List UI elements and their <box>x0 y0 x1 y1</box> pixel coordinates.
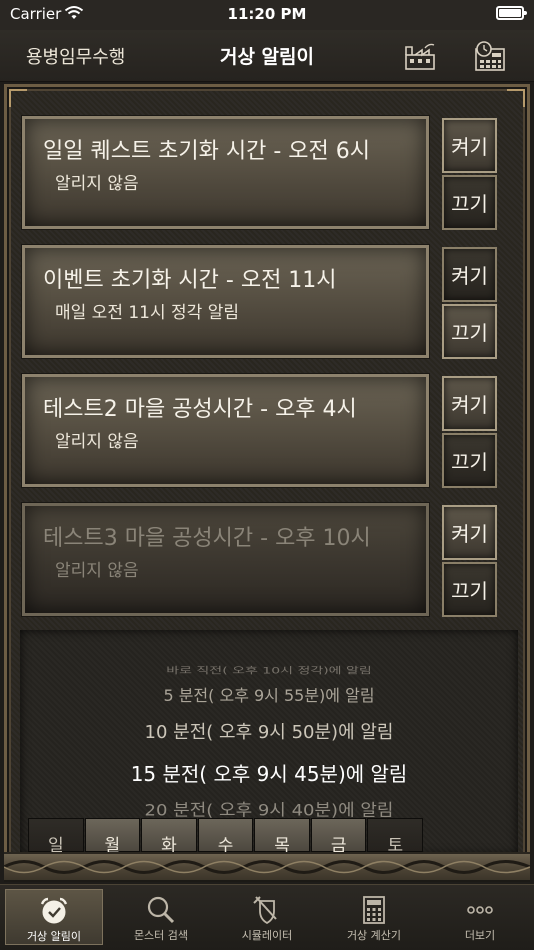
alarm-card-event-reset[interactable]: 이벤트 초기화 시간 - 오전 11시 매일 오전 11시 정각 알림 <box>22 245 429 358</box>
alarm-clock-icon <box>40 897 68 924</box>
tab-label: 거상 계산기 <box>346 929 402 942</box>
tab-more[interactable]: 더보기 <box>431 889 529 945</box>
battery-icon <box>496 6 527 20</box>
page-title: 거상 알림이 <box>219 46 314 68</box>
tab-label: 거상 알림이 <box>26 930 82 943</box>
alarm-title: 테스트3 마을 공성시간 - 오후 10시 <box>43 526 371 551</box>
alarm-off-button[interactable]: 끄기 <box>442 175 497 230</box>
alarm-title: 이벤트 초기화 시간 - 오전 11시 <box>43 268 337 293</box>
tab-label: 더보기 <box>464 929 496 942</box>
alarm-off-button[interactable]: 끄기 <box>442 562 497 617</box>
alarm-subtitle: 알리지 않음 <box>55 432 139 452</box>
tab-label: 몬스터 검색 <box>133 929 189 942</box>
calculator-icon <box>363 896 385 924</box>
tab-simulator[interactable]: 시뮬레이터 <box>218 889 316 945</box>
weekday-selector: 일 월 화 수 목 금 토 <box>28 818 424 856</box>
alarm-on-button[interactable]: 켜기 <box>442 247 497 302</box>
alarm-subtitle: 매일 오전 11시 정각 알림 <box>55 303 240 323</box>
time-calculator-button[interactable] <box>470 37 510 75</box>
day-tab-fri[interactable]: 금 <box>310 818 367 856</box>
day-tab-mon[interactable]: 월 <box>84 818 141 856</box>
day-tab-sat[interactable]: 토 <box>367 818 424 856</box>
tab-alarm[interactable]: 거상 알림이 <box>5 889 103 945</box>
alarm-card-test2-siege[interactable]: 테스트2 마을 공성시간 - 오후 4시 알리지 않음 <box>22 374 429 487</box>
alarm-subtitle: 알리지 않음 <box>55 174 139 194</box>
alarm-subtitle: 알리지 않음 <box>55 561 139 581</box>
day-tab-sun[interactable]: 일 <box>28 818 84 856</box>
alarm-card-test3-siege[interactable]: 테스트3 마을 공성시간 - 오후 10시 알리지 않음 <box>22 503 429 616</box>
day-tab-wed[interactable]: 수 <box>197 818 254 856</box>
clock-calculator-icon <box>475 41 505 71</box>
tab-calculator[interactable]: 거상 계산기 <box>325 889 423 945</box>
scroll-ornament-icon <box>3 860 531 874</box>
alarm-on-button[interactable]: 켜기 <box>442 376 497 431</box>
factory-button[interactable] <box>400 37 440 75</box>
day-tab-tue[interactable]: 화 <box>141 818 197 856</box>
frame-corner-ornament <box>9 89 27 107</box>
alarm-on-button[interactable]: 켜기 <box>442 505 497 560</box>
picker-option[interactable]: 바로 직전( 오후 10시 정각)에 알림 <box>20 664 518 677</box>
alarm-off-button[interactable]: 끄기 <box>442 304 497 359</box>
status-time: 11:20 PM <box>227 5 307 23</box>
tab-label: 시뮬레이터 <box>241 929 293 942</box>
search-icon <box>147 896 175 924</box>
factory-icon <box>405 43 435 70</box>
nav-bar: 용병임무수행 거상 알림이 <box>0 30 534 82</box>
picker-option[interactable]: 5 분전( 오후 9시 55분)에 알림 <box>20 682 518 706</box>
alarm-title: 일일 퀘스트 초기화 시간 - 오전 6시 <box>43 139 371 164</box>
alarm-on-button[interactable]: 켜기 <box>442 118 497 173</box>
alarm-title: 테스트2 마을 공성시간 - 오후 4시 <box>43 397 357 422</box>
sword-shield-icon <box>253 896 277 925</box>
picker-option-selected[interactable]: 15 분전( 오후 9시 45분)에 알림 <box>20 758 518 787</box>
alarm-off-button[interactable]: 끄기 <box>442 433 497 488</box>
alarm-card-daily-quest[interactable]: 일일 퀘스트 초기화 시간 - 오전 6시 알리지 않음 <box>22 116 429 229</box>
day-tab-thu[interactable]: 목 <box>254 818 310 856</box>
more-icon <box>467 906 493 914</box>
tab-monster-search[interactable]: 몬스터 검색 <box>112 889 210 945</box>
decorative-ornament-strip <box>3 852 531 882</box>
frame-corner-ornament <box>507 89 525 107</box>
bottom-tab-bar: 거상 알림이 몬스터 검색 시뮬레이터 거상 계산기 더보기 <box>0 884 534 950</box>
picker-option[interactable]: 10 분전( 오후 9시 50분)에 알림 <box>20 718 518 744</box>
status-bar: Carrier 11:20 PM <box>0 0 534 30</box>
